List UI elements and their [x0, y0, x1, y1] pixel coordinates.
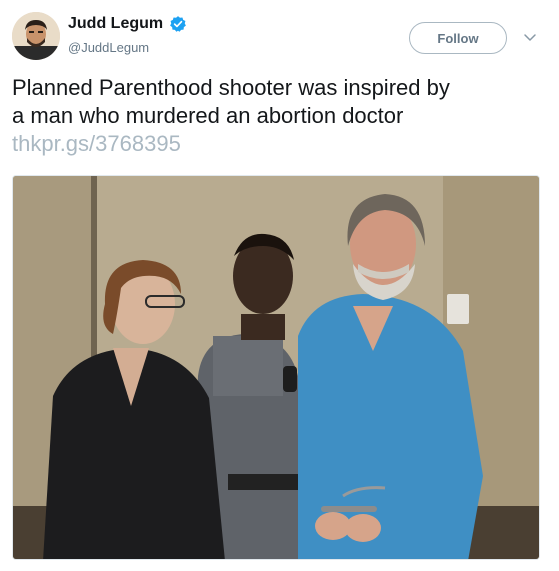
- verified-badge-icon: [170, 16, 186, 32]
- tweet-text-line-2: a man who murdered an abortion doctor: [12, 103, 404, 128]
- chevron-down-icon[interactable]: [522, 29, 538, 45]
- courtroom-photo: [13, 176, 539, 559]
- author-display-name[interactable]: Judd Legum: [68, 15, 163, 33]
- tweet-link[interactable]: thkpr.gs/3768395: [12, 130, 547, 158]
- author-handle[interactable]: @JuddLegum: [68, 40, 149, 55]
- tweet-text: Planned Parenthood shooter was inspired …: [12, 74, 547, 158]
- tweet-photo[interactable]: [12, 175, 540, 560]
- person-portrait-icon: [12, 12, 60, 60]
- tweet-card: Judd Legum @JuddLegum Follow Planned Par…: [0, 0, 559, 571]
- tweet-text-line-1: Planned Parenthood shooter was inspired …: [12, 75, 450, 100]
- follow-button[interactable]: Follow: [409, 22, 507, 54]
- author-name-row[interactable]: Judd Legum: [68, 15, 187, 33]
- author-avatar[interactable]: [12, 12, 60, 60]
